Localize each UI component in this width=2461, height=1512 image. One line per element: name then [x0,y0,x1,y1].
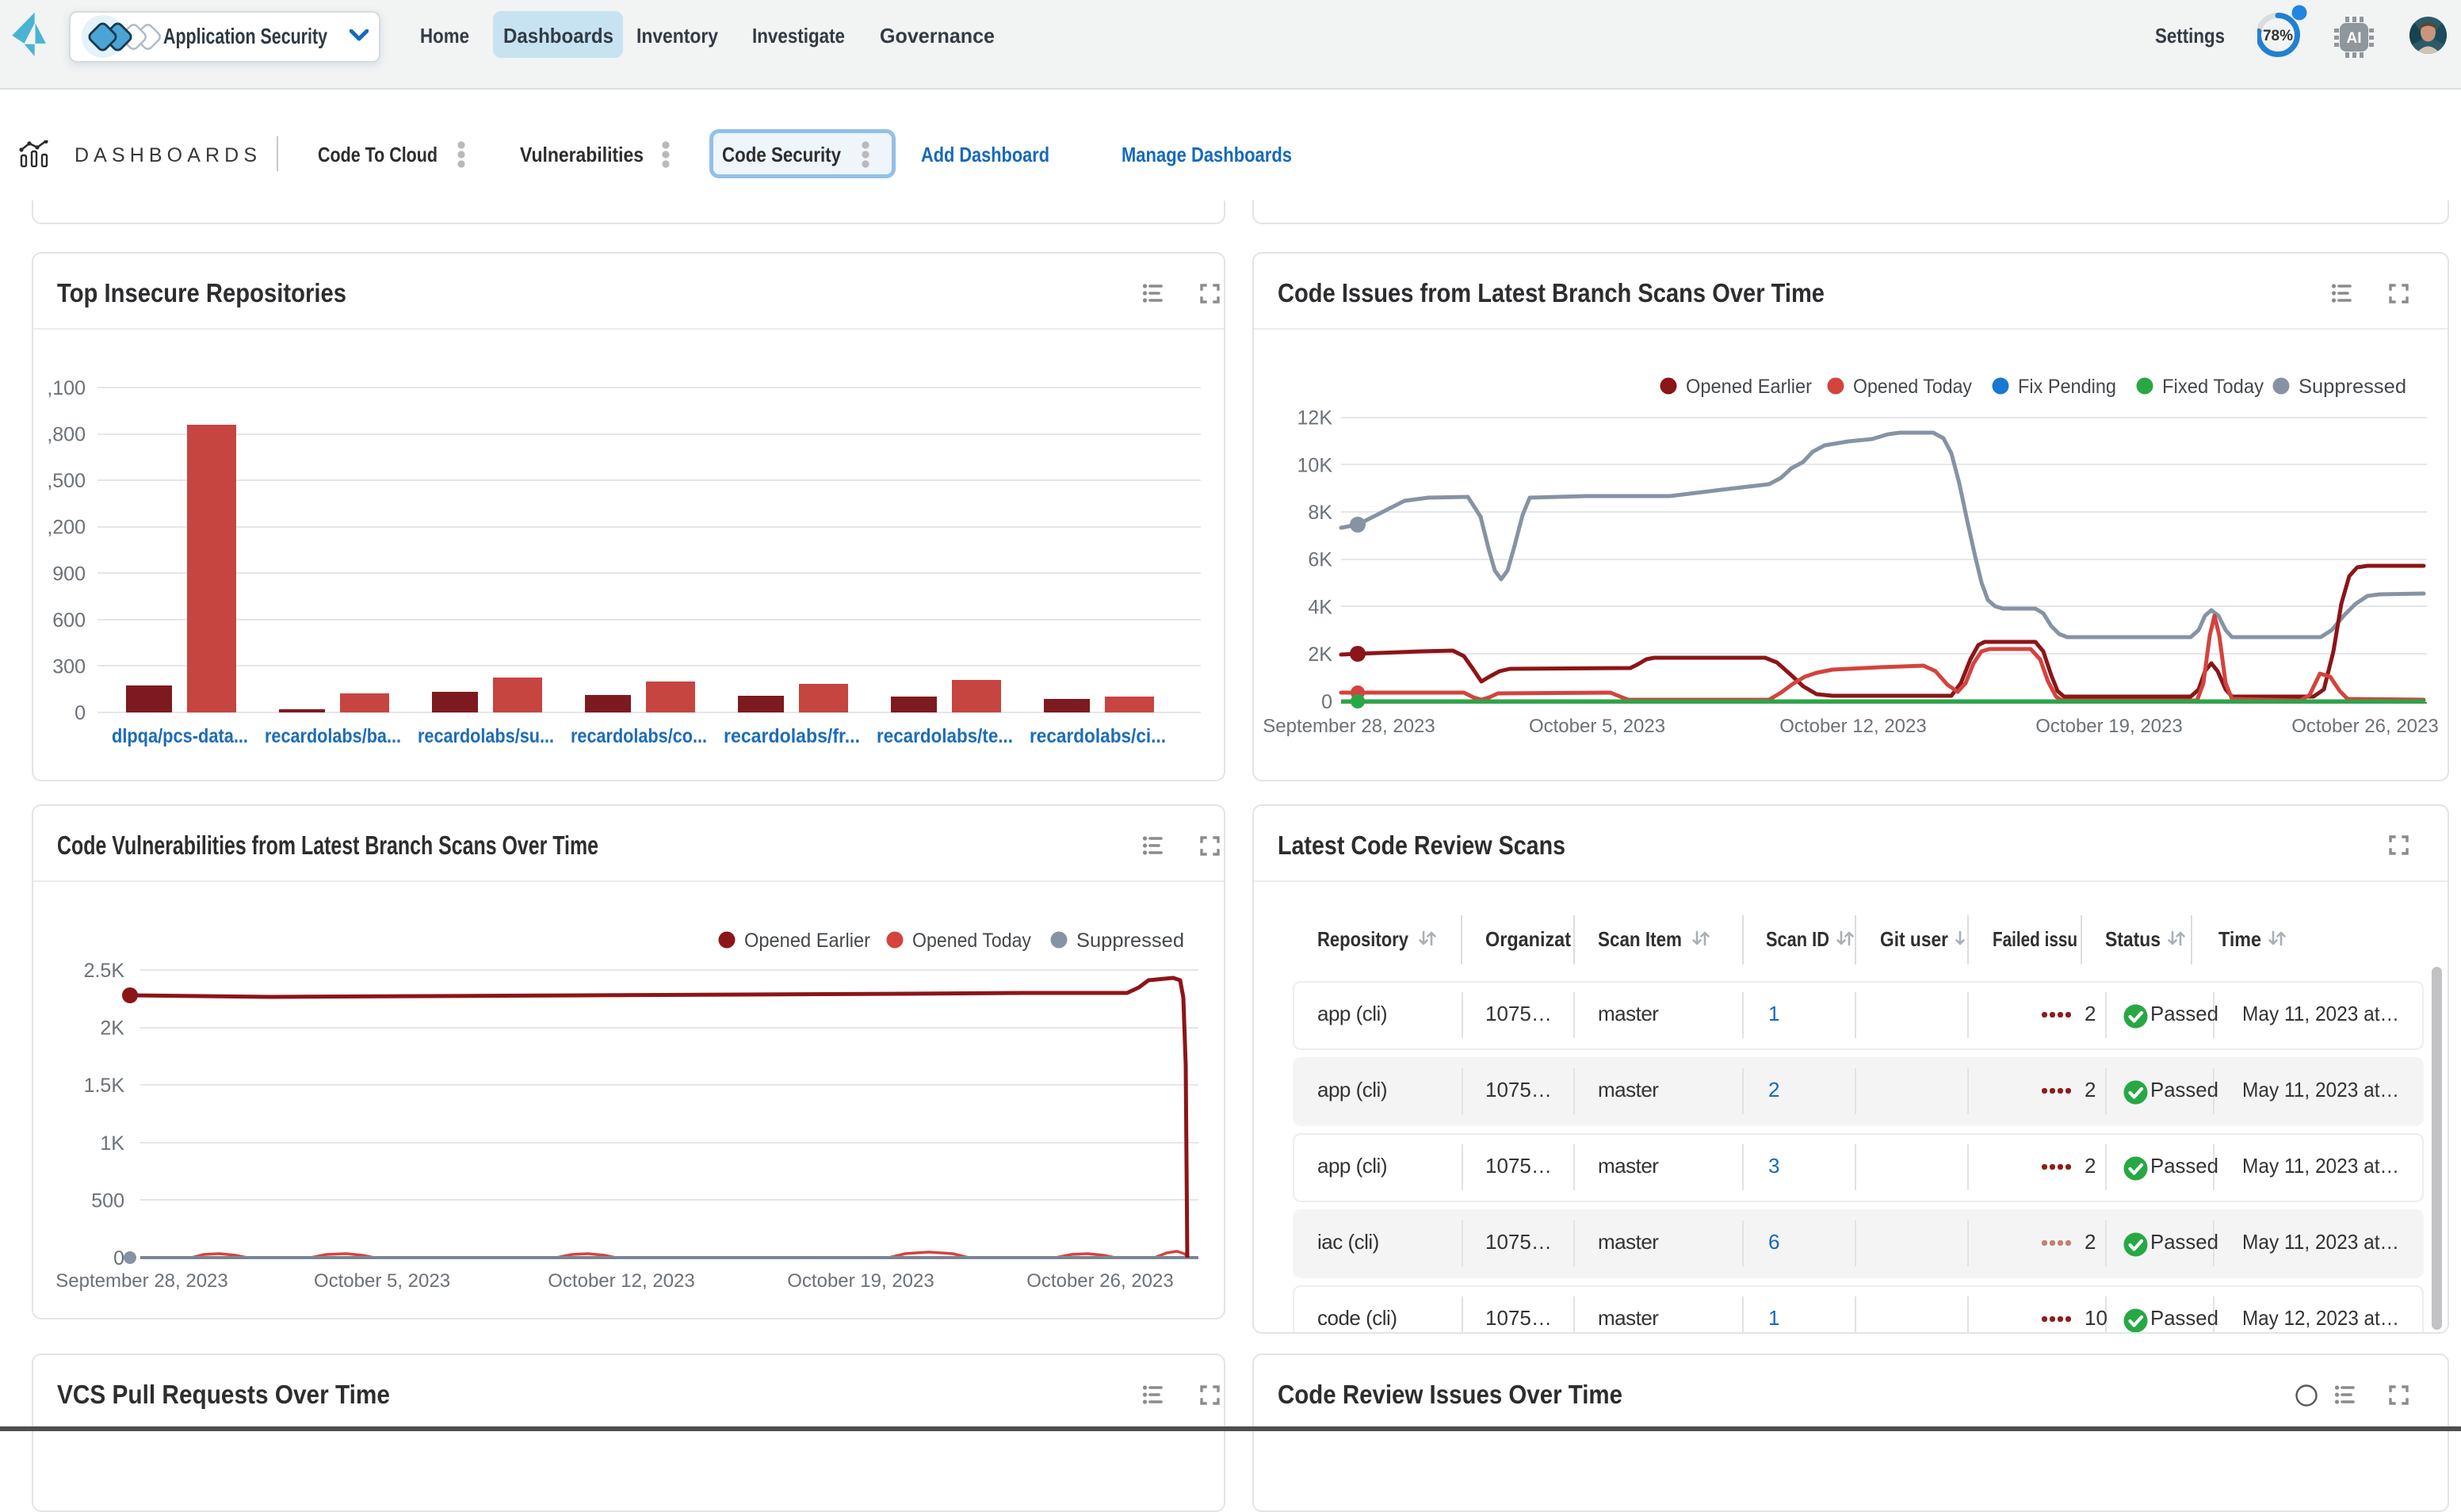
svg-text:Fixed Today: Fixed Today [2162,376,2264,398]
svg-text:600: 600 [52,609,86,632]
svg-text:Opened Earlier: Opened Earlier [1686,376,1812,398]
svg-text:12K: 12K [1297,407,1333,430]
svg-text:dlpqa/pcs-data...: dlpqa/pcs-data... [112,725,248,747]
svg-text:October 19, 2023: October 19, 2023 [2035,716,2182,737]
svg-text:0: 0 [75,702,86,724]
svg-text:2K: 2K [100,1018,124,1040]
svg-text:recardolabs/co...: recardolabs/co... [571,725,707,747]
svg-text:Opened Today: Opened Today [1853,376,1972,398]
svg-text:1.5K: 1.5K [84,1075,125,1097]
svg-text:October 19, 2023: October 19, 2023 [787,1270,934,1292]
svg-text:recardolabs/ba...: recardolabs/ba... [265,725,401,747]
svg-text:October 5, 2023: October 5, 2023 [314,1270,450,1292]
svg-text:recardolabs/su...: recardolabs/su... [418,725,554,747]
svg-text:500: 500 [91,1189,124,1212]
svg-text:8K: 8K [1308,502,1332,524]
svg-text:,500: ,500 [47,470,86,492]
svg-text:,800: ,800 [47,424,86,446]
svg-text:300: 300 [52,655,86,678]
svg-text:recardolabs/ci...: recardolabs/ci... [1030,725,1166,747]
svg-text:6K: 6K [1308,549,1332,571]
svg-text:AI: AI [2347,30,2362,47]
svg-text:10K: 10K [1297,454,1333,476]
svg-text:Suppressed: Suppressed [2299,376,2406,398]
svg-text:Suppressed: Suppressed [1076,930,1184,952]
svg-text:October 5, 2023: October 5, 2023 [1529,716,1665,737]
svg-text:0: 0 [1321,691,1332,713]
svg-text:2.5K: 2.5K [84,960,125,982]
svg-text:0: 0 [113,1247,124,1270]
svg-text:4K: 4K [1308,596,1332,618]
svg-text:900: 900 [52,563,86,585]
svg-text:recardolabs/te...: recardolabs/te... [877,725,1013,747]
svg-text:,100: ,100 [47,377,86,399]
svg-text:2K: 2K [1308,643,1332,666]
svg-text:Opened Today: Opened Today [912,930,1031,952]
svg-text:,200: ,200 [47,517,86,539]
svg-text:recardolabs/fr...: recardolabs/fr... [724,725,860,747]
svg-text:September 28, 2023: September 28, 2023 [55,1270,228,1292]
svg-text:1K: 1K [100,1132,124,1155]
svg-text:September 28, 2023: September 28, 2023 [1263,716,1435,737]
svg-text:Opened Earlier: Opened Earlier [744,930,870,952]
svg-text:78%: 78% [2263,28,2293,44]
svg-text:October 26, 2023: October 26, 2023 [1026,1270,1173,1292]
svg-text:October 12, 2023: October 12, 2023 [548,1270,694,1292]
svg-text:Fix Pending: Fix Pending [2018,376,2116,398]
svg-text:October 26, 2023: October 26, 2023 [2291,716,2438,737]
svg-text:October 12, 2023: October 12, 2023 [1779,716,1926,737]
